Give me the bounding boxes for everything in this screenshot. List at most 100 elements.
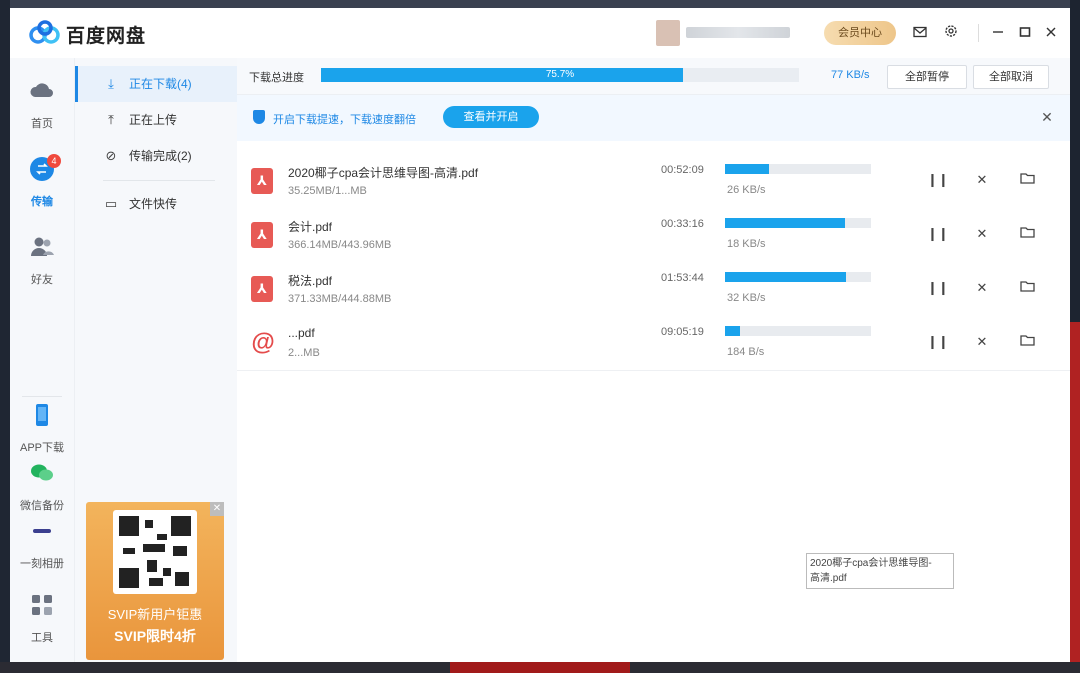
- subnav-quick-transfer[interactable]: ▭ 文件快传: [75, 186, 237, 222]
- tooltip-line-2: 高清.pdf: [810, 573, 847, 584]
- open-folder-icon[interactable]: [1017, 170, 1037, 190]
- nav-wechat-backup[interactable]: 微信备份: [10, 460, 74, 513]
- minimize-icon[interactable]: [988, 23, 1008, 43]
- row-progress-bar: [725, 326, 871, 336]
- nav-transfer[interactable]: 4 传输: [10, 154, 74, 209]
- cancel-icon[interactable]: ✕: [972, 278, 992, 298]
- open-folder-icon[interactable]: [1017, 332, 1037, 352]
- row-progress-fill: [725, 164, 769, 174]
- username-blurred[interactable]: [686, 27, 790, 38]
- nav-divider: [22, 396, 62, 397]
- subnav-downloading[interactable]: ⤓ 正在下载(4): [75, 66, 237, 102]
- shield-icon: [253, 110, 265, 124]
- ad-line-1: SVIP新用户钜惠: [107, 607, 203, 622]
- pause-all-button[interactable]: 全部暂停: [887, 65, 967, 89]
- vip-center-button[interactable]: 会员中心: [824, 21, 896, 45]
- cancel-all-button[interactable]: 全部取消: [973, 65, 1049, 89]
- file-name[interactable]: ...pdf: [288, 326, 315, 340]
- transfer-badge: 4: [47, 154, 61, 168]
- nav-home-label: 首页: [31, 118, 53, 130]
- file-name[interactable]: 2020椰子cpa会计思维导图-高清.pdf: [288, 164, 478, 181]
- baidu-netdisk-logo-icon: [29, 20, 60, 44]
- subnav-completed-label: 传输完成(2): [129, 149, 192, 163]
- download-speed: 184 B/s: [727, 346, 765, 358]
- file-name[interactable]: 税法.pdf: [288, 272, 332, 289]
- total-progress-percent: 75.7%: [545, 69, 575, 80]
- nav-tools[interactable]: 工具: [10, 592, 74, 645]
- download-row[interactable]: ⅄ 税法.pdf 371.33MB/444.88MB 01:53:44 32 KB/s ❙…: [237, 262, 1070, 317]
- album-icon: [33, 529, 51, 533]
- row-progress-bar: [725, 272, 871, 282]
- maximize-icon[interactable]: [1015, 23, 1035, 43]
- nav-tools-label: 工具: [31, 632, 53, 644]
- open-folder-icon[interactable]: [1017, 224, 1037, 244]
- total-speed: 77 KB/s: [831, 69, 870, 81]
- pause-icon[interactable]: ❙❙: [927, 170, 949, 190]
- download-row[interactable]: @ ...pdf 2...MB 09:05:19 184 B/s ❙❙ ✕: [237, 316, 1070, 371]
- titlebar-separator: [978, 24, 979, 42]
- subnav-uploading[interactable]: ⤒ 正在上传: [75, 102, 237, 138]
- subnav-divider: [103, 180, 215, 181]
- open-folder-icon[interactable]: [1017, 278, 1037, 298]
- pause-icon[interactable]: ❙❙: [927, 278, 949, 298]
- subnav-quick-transfer-label: 文件快传: [129, 197, 178, 211]
- cancel-icon[interactable]: ✕: [972, 332, 992, 352]
- desktop-wallpaper-left: [0, 0, 10, 673]
- notice-close-icon[interactable]: ✕: [1037, 107, 1057, 127]
- close-icon[interactable]: [1041, 23, 1061, 43]
- nav-wechat-backup-label: 微信备份: [20, 500, 64, 512]
- pause-icon[interactable]: ❙❙: [927, 224, 949, 244]
- nav-album-label: 一刻相册: [20, 558, 64, 570]
- remaining-time: 01:53:44: [661, 272, 704, 284]
- remaining-time: 00:52:09: [661, 164, 704, 176]
- desktop-wallpaper-top: [0, 0, 1080, 8]
- mail-icon[interactable]: [910, 23, 930, 43]
- nav-home[interactable]: 首页: [10, 78, 74, 131]
- nav-app-download-label: APP下载: [19, 442, 64, 454]
- file-size: 2...MB: [288, 347, 320, 359]
- tooltip-line-1: 2020椰子cpa会计思维导图-: [810, 558, 932, 569]
- subnav-uploading-label: 正在上传: [129, 113, 178, 127]
- download-list-panel: 下载总进度 75.7% 77 KB/s 全部暂停 全部取消 开启下载提速，下载速…: [237, 58, 1070, 662]
- row-progress-bar: [725, 164, 871, 174]
- remaining-time: 09:05:19: [661, 326, 704, 338]
- nav-album[interactable]: 一刻相册: [10, 518, 74, 571]
- cancel-icon[interactable]: ✕: [972, 224, 992, 244]
- avatar[interactable]: [656, 20, 680, 46]
- row-progress-fill: [725, 218, 845, 228]
- download-row[interactable]: ⅄ 会计.pdf 366.14MB/443.96MB 00:33:16 18 KB/s ❙…: [237, 208, 1070, 263]
- row-progress-bar: [725, 218, 871, 228]
- desktop-wallpaper-right: [1070, 0, 1080, 673]
- title-bar: 百度网盘 会员中心: [10, 8, 1070, 58]
- cloud-home-icon: [30, 83, 53, 97]
- cancel-icon[interactable]: ✕: [972, 170, 992, 190]
- friends-icon: [31, 237, 54, 256]
- ad-close-icon[interactable]: ✕: [210, 502, 224, 516]
- tools-icon: [32, 595, 52, 615]
- download-speed: 32 KB/s: [727, 292, 766, 304]
- svip-ad-banner[interactable]: SVIP新用户钜惠 SVIP限时4折: [86, 502, 224, 660]
- pdf-file-icon: ⅄: [251, 276, 273, 302]
- pdf-file-icon: ⅄: [251, 222, 273, 248]
- ad-line-2: SVIP限时4折: [114, 628, 196, 644]
- total-progress-bar: 75.7%: [321, 68, 799, 82]
- download-row[interactable]: ⅄ 2020椰子cpa会计思维导图-高清.pdf 35.25MB/1...MB 00:…: [237, 154, 1070, 209]
- app-title: 百度网盘: [66, 26, 147, 47]
- nav-friends[interactable]: 好友: [10, 234, 74, 287]
- upload-icon: ⤒: [108, 112, 114, 127]
- qr-code: [113, 510, 197, 594]
- subnav-completed[interactable]: ⊘ 传输完成(2): [75, 138, 237, 174]
- file-name[interactable]: 会计.pdf: [288, 218, 332, 235]
- settings-icon[interactable]: [941, 23, 961, 43]
- primary-sidebar: 首页 4 传输 好友 APP下载 微信备份 一刻相册 工具: [10, 58, 74, 662]
- file-size: 371.33MB/444.88MB: [288, 293, 392, 305]
- view-and-enable-button[interactable]: 查看并开启: [443, 106, 539, 128]
- total-progress-row: 下载总进度 75.7% 77 KB/s 全部暂停 全部取消: [237, 58, 1070, 95]
- row-progress-fill: [725, 272, 847, 282]
- download-speed: 26 KB/s: [727, 184, 766, 196]
- desktop-wallpaper-bottom: [0, 662, 1080, 673]
- pause-icon[interactable]: ❙❙: [927, 332, 949, 352]
- nav-app-download[interactable]: APP下载: [10, 402, 74, 455]
- file-size: 366.14MB/443.96MB: [288, 239, 392, 251]
- pdf-file-icon: ⅄: [251, 168, 273, 194]
